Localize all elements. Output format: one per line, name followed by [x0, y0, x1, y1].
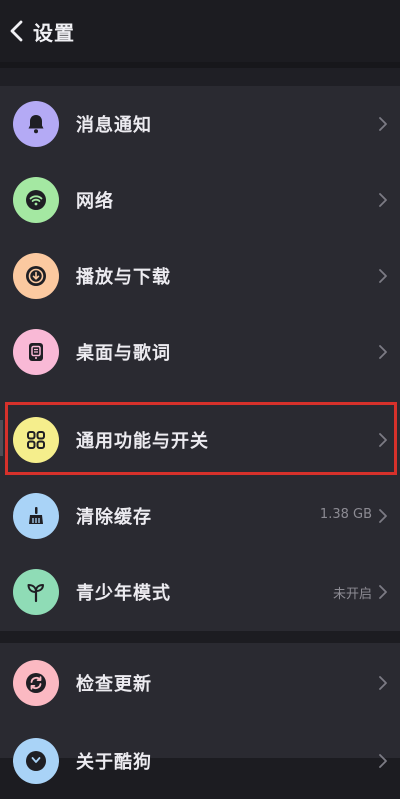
settings-item-label: 网络 [76, 191, 114, 212]
download-icon [13, 253, 59, 299]
refresh-icon [13, 660, 59, 706]
chevron-right-icon [379, 754, 387, 768]
settings-item-check-update[interactable]: 检查更新 [0, 645, 400, 721]
section-spacer [0, 631, 400, 643]
settings-item-desktop-lyrics[interactable]: 桌面与歌词 [0, 314, 400, 390]
grid-apps-icon [13, 417, 59, 463]
info-icon [13, 738, 59, 784]
settings-item-label: 检查更新 [76, 674, 152, 695]
wifi-icon [13, 177, 59, 223]
lyrics-widget-icon [13, 329, 59, 375]
settings-item-label: 消息通知 [76, 115, 152, 136]
settings-item-label: 播放与下载 [76, 267, 171, 288]
back-arrow-icon[interactable] [6, 18, 28, 44]
settings-item-label: 桌面与歌词 [76, 343, 171, 364]
settings-group-main: 消息通知 网络 播放与下载 桌面与歌词 通用功能与开关 清除缓存 1.38 GB… [0, 86, 400, 631]
settings-item-about[interactable]: 关于酷狗 [0, 723, 400, 799]
settings-item-label: 通用功能与开关 [76, 431, 209, 452]
chevron-right-icon [379, 676, 387, 690]
settings-item-playback-download[interactable]: 播放与下载 [0, 238, 400, 314]
settings-item-label: 清除缓存 [76, 507, 152, 528]
sprout-icon [13, 569, 59, 615]
chevron-right-icon [379, 117, 387, 131]
bell-icon [13, 101, 59, 147]
settings-item-general-switches[interactable]: 通用功能与开关 [0, 402, 400, 478]
chevron-right-icon [379, 269, 387, 283]
cache-size-value: 1.38 GB [319, 507, 372, 522]
settings-group-about: 检查更新 关于酷狗 [0, 643, 400, 784]
settings-item-teen-mode[interactable]: 青少年模式 未开启 [0, 554, 400, 630]
section-spacer [0, 68, 400, 86]
page-title: 设置 [33, 21, 75, 45]
broom-icon [13, 493, 59, 539]
chevron-right-icon [379, 509, 387, 523]
top-app-bar: 设置 [0, 0, 400, 62]
chevron-right-icon [379, 433, 387, 447]
settings-item-network[interactable]: 网络 [0, 162, 400, 238]
settings-item-label: 关于酷狗 [76, 752, 152, 773]
chevron-right-icon [379, 345, 387, 359]
scroll-edge-indicator [0, 420, 3, 456]
settings-item-notifications[interactable]: 消息通知 [0, 86, 400, 162]
chevron-right-icon [379, 585, 387, 599]
settings-item-label: 青少年模式 [76, 583, 171, 604]
chevron-right-icon [379, 193, 387, 207]
settings-item-clear-cache[interactable]: 清除缓存 1.38 GB [0, 478, 400, 554]
teen-mode-status: 未开启 [332, 587, 372, 602]
